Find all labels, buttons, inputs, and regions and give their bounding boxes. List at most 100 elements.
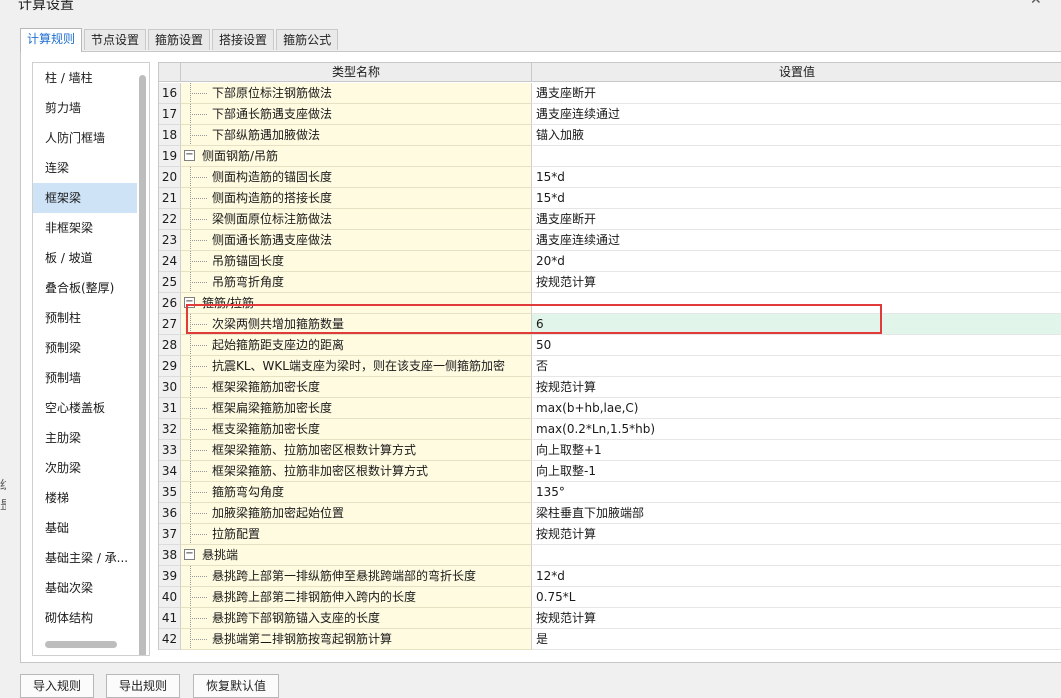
setting-value-cell[interactable]: 向上取整+1 — [532, 440, 1061, 461]
setting-value-cell[interactable]: 按规范计算 — [532, 608, 1061, 629]
tab-stirrup-formula[interactable]: 箍筋公式 — [276, 29, 339, 50]
setting-value-cell[interactable]: max(0.2*Ln,1.5*hb) — [532, 419, 1061, 440]
table-row[interactable]: 17 下部通长筋遇支座做法 遇支座连续通过 — [159, 104, 1061, 125]
sidebar-item[interactable]: 基础 — [33, 513, 137, 543]
setting-name-cell: 次梁两侧共增加箍筋数量 — [181, 314, 532, 335]
group-name-cell: − 侧面钢筋/吊筋 — [181, 146, 532, 167]
column-header-value[interactable]: 设置值 — [532, 63, 1061, 82]
setting-value-cell[interactable]: 135° — [532, 482, 1061, 503]
tab-calc-rules[interactable]: 计算规则 — [20, 28, 83, 52]
setting-value-cell[interactable]: 6 — [532, 314, 1061, 335]
column-header-name[interactable]: 类型名称 — [181, 63, 532, 82]
setting-value-cell[interactable]: 按规范计算 — [532, 272, 1061, 293]
collapse-toggle-icon[interactable]: − — [184, 297, 195, 308]
table-row[interactable]: 21 侧面构造筋的搭接长度 15*d — [159, 188, 1061, 209]
setting-value-cell[interactable]: 按规范计算 — [532, 377, 1061, 398]
table-row[interactable]: 16 下部原位标注钢筋做法 遇支座断开 — [159, 83, 1061, 104]
table-row[interactable]: 18 下部纵筋遇加腋做法 锚入加腋 — [159, 125, 1061, 146]
table-row[interactable]: 42 悬挑端第二排钢筋按弯起钢筋计算 是 — [159, 629, 1061, 650]
table-row[interactable]: 19− 侧面钢筋/吊筋 — [159, 146, 1061, 167]
setting-value-cell[interactable]: 梁柱垂直下加腋端部 — [532, 503, 1061, 524]
table-row[interactable]: 36 加腋梁箍筋加密起始位置 梁柱垂直下加腋端部 — [159, 503, 1061, 524]
table-row[interactable]: 24 吊筋锚固长度 20*d — [159, 251, 1061, 272]
setting-value-cell[interactable]: 向上取整-1 — [532, 461, 1061, 482]
table-row[interactable]: 35 箍筋弯勾角度 135° — [159, 482, 1061, 503]
table-row[interactable]: 23 侧面通长筋遇支座做法 遇支座连续通过 — [159, 230, 1061, 251]
table-row[interactable]: 22 梁侧面原位标注筋做法 遇支座断开 — [159, 209, 1061, 230]
table-row[interactable]: 29 抗震KL、WKL端支座为梁时，则在该支座一侧箍筋加密 否 — [159, 356, 1061, 377]
setting-value-cell[interactable]: 遇支座连续通过 — [532, 230, 1061, 251]
setting-value-cell[interactable]: 遇支座断开 — [532, 209, 1061, 230]
restore-defaults-button[interactable]: 恢复默认值 — [193, 674, 280, 698]
sidebar-item[interactable]: 预制墙 — [33, 363, 137, 393]
sidebar-item[interactable]: 剪力墙 — [33, 93, 137, 123]
close-icon[interactable]: ✕ — [1030, 0, 1042, 8]
tab-lap-settings[interactable]: 搭接设置 — [212, 29, 275, 50]
table-row[interactable]: 37 拉筋配置 按规范计算 — [159, 524, 1061, 545]
table-row[interactable]: 40 悬挑跨上部第二排钢筋伸入跨内的长度 0.75*L — [159, 587, 1061, 608]
collapse-toggle-icon[interactable]: − — [184, 150, 195, 161]
tab-node-settings[interactable]: 节点设置 — [84, 29, 147, 50]
sidebar-item[interactable]: 柱 / 墙柱 — [33, 63, 137, 93]
row-number: 36 — [159, 503, 181, 524]
row-number: 19 — [159, 146, 181, 167]
setting-value-cell[interactable]: 12*d — [532, 566, 1061, 587]
export-rules-button[interactable]: 导出规则 — [106, 674, 181, 698]
sidebar-item[interactable]: 连梁 — [33, 153, 137, 183]
table-row[interactable]: 30 框架梁箍筋加密长度 按规范计算 — [159, 377, 1061, 398]
sidebar-horizontal-scrollbar[interactable] — [45, 641, 117, 648]
tab-stirrup-settings[interactable]: 箍筋设置 — [148, 29, 211, 50]
row-number: 24 — [159, 251, 181, 272]
setting-value-cell[interactable]: 20*d — [532, 251, 1061, 272]
setting-value-cell[interactable]: 0.75*L — [532, 587, 1061, 608]
table-row[interactable]: 32 框支梁箍筋加密长度 max(0.2*Ln,1.5*hb) — [159, 419, 1061, 440]
sidebar-vertical-scrollbar[interactable] — [139, 75, 146, 655]
sidebar-item[interactable]: 次肋梁 — [33, 453, 137, 483]
sidebar-item[interactable]: 楼梯 — [33, 483, 137, 513]
sidebar-item[interactable]: 预制梁 — [33, 333, 137, 363]
sidebar-item[interactable]: 非框架梁 — [33, 213, 137, 243]
sidebar-item[interactable]: 砌体结构 — [33, 603, 137, 633]
setting-value-cell[interactable]: 按规范计算 — [532, 524, 1061, 545]
collapse-toggle-icon[interactable]: − — [184, 549, 195, 560]
sidebar-item[interactable]: 基础次梁 — [33, 573, 137, 603]
table-row[interactable]: 20 侧面构造筋的锚固长度 15*d — [159, 167, 1061, 188]
sidebar-item[interactable]: 主肋梁 — [33, 423, 137, 453]
setting-name-text: 悬挑跨上部第一排纵筋伸至悬挑跨端部的弯折长度 — [212, 569, 477, 583]
setting-name-text: 悬挑跨下部钢筋锚入支座的长度 — [212, 611, 381, 625]
sidebar-item[interactable]: 叠合板(整厚) — [33, 273, 137, 303]
setting-name-cell: 框架扁梁箍筋加密长度 — [181, 398, 532, 419]
setting-value-cell[interactable]: 否 — [532, 356, 1061, 377]
setting-value-cell[interactable]: 遇支座断开 — [532, 83, 1061, 104]
sidebar-item[interactable]: 预制柱 — [33, 303, 137, 333]
table-row[interactable]: 31 框架扁梁箍筋加密长度 max(b+hb,lae,C) — [159, 398, 1061, 419]
table-row[interactable]: 26− 箍筋/拉筋 — [159, 293, 1061, 314]
setting-name-cell: 悬挑跨下部钢筋锚入支座的长度 — [181, 608, 532, 629]
sidebar-item[interactable]: 框架梁 — [33, 183, 137, 213]
setting-name-text: 下部原位标注钢筋做法 — [212, 86, 333, 100]
table-row[interactable]: 41 悬挑跨下部钢筋锚入支座的长度 按规范计算 — [159, 608, 1061, 629]
setting-value-cell[interactable]: 是 — [532, 629, 1061, 650]
setting-name-text: 侧面钢筋/吊筋 — [202, 149, 279, 163]
table-row[interactable]: 28 起始箍筋距支座边的距离 50 — [159, 335, 1061, 356]
sidebar-item[interactable]: 基础主梁 / 承... — [33, 543, 137, 573]
table-row[interactable]: 25 吊筋弯折角度 按规范计算 — [159, 272, 1061, 293]
setting-name-cell: 悬挑端第二排钢筋按弯起钢筋计算 — [181, 629, 532, 650]
setting-value-cell[interactable]: 15*d — [532, 167, 1061, 188]
setting-value-cell[interactable]: max(b+hb,lae,C) — [532, 398, 1061, 419]
table-row[interactable]: 33 框架梁箍筋、拉筋加密区根数计算方式 向上取整+1 — [159, 440, 1061, 461]
setting-name-cell: 悬挑跨上部第一排纵筋伸至悬挑跨端部的弯折长度 — [181, 566, 532, 587]
table-row[interactable]: 39 悬挑跨上部第一排纵筋伸至悬挑跨端部的弯折长度 12*d — [159, 566, 1061, 587]
sidebar-item[interactable]: 空心楼盖板 — [33, 393, 137, 423]
setting-value-cell[interactable]: 15*d — [532, 188, 1061, 209]
setting-value-cell[interactable]: 锚入加腋 — [532, 125, 1061, 146]
table-row[interactable]: 34 框架梁箍筋、拉筋非加密区根数计算方式 向上取整-1 — [159, 461, 1061, 482]
table-row[interactable]: 38− 悬挑端 — [159, 545, 1061, 566]
sidebar-item[interactable]: 人防门框墙 — [33, 123, 137, 153]
setting-value-cell[interactable]: 遇支座连续通过 — [532, 104, 1061, 125]
setting-value-cell[interactable]: 50 — [532, 335, 1061, 356]
sidebar-item[interactable]: 板 / 坡道 — [33, 243, 137, 273]
setting-name-cell: 侧面构造筋的搭接长度 — [181, 188, 532, 209]
table-row[interactable]: 27 次梁两侧共增加箍筋数量 6 — [159, 314, 1061, 335]
import-rules-button[interactable]: 导入规则 — [20, 674, 95, 698]
